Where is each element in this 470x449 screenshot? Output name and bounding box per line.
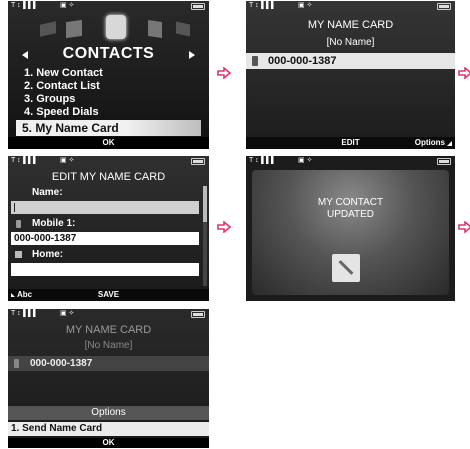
menu-item-new-contact[interactable]: 1. New Contact <box>16 67 201 80</box>
page-title: MY NAME CARD <box>65 324 152 336</box>
battery-icon <box>191 158 205 165</box>
mobile-phone-icon <box>16 220 21 228</box>
status-icons: ▣ ✧ <box>60 157 75 164</box>
status-bar: T ↕▐▐▐ ▣ ✧ <box>8 156 209 166</box>
status-icons: ▣ ✧ <box>298 157 313 164</box>
screen-contact-updated: T ↕▐▐▐ ▣ ✧ MY CONTACT UPDATED <box>246 156 455 301</box>
number-row: 000-000-1387 <box>8 356 209 371</box>
message-line-1: MY CONTACT <box>317 197 384 208</box>
menu-icon-carousel <box>18 13 199 43</box>
status-icons: ▣ ✧ <box>298 2 313 9</box>
menu-item-groups[interactable]: 3. Groups <box>16 93 201 106</box>
options-corner-icon <box>447 141 452 146</box>
screen-edit-name-card: T ↕▐▐▐ ▣ ✧ EDIT MY NAME CARD Name: Mobil… <box>8 156 209 301</box>
mobile-phone-icon <box>14 359 19 368</box>
name-subtitle: [No Name] <box>326 37 375 48</box>
next-step-arrow-icon <box>458 221 470 233</box>
mobile-phone-icon <box>252 56 258 66</box>
media-icon[interactable] <box>40 21 56 37</box>
menu-item-my-name-card[interactable]: 5. My Name Card <box>16 120 201 136</box>
name-label: Name: <box>32 187 63 198</box>
home-label: Home: <box>32 249 64 260</box>
next-step-arrow-icon <box>217 67 231 79</box>
page-title: MY NAME CARD <box>307 19 394 31</box>
softkey-ok[interactable]: OK <box>8 137 209 149</box>
tools-icon[interactable] <box>176 21 190 37</box>
next-step-arrow-icon <box>217 221 231 233</box>
number-row[interactable]: 000-000-1387 <box>246 53 455 69</box>
status-icons: ▣ ✧ <box>60 2 75 9</box>
softkey-bar: OK <box>8 438 209 448</box>
signal-icon: T ↕▐▐▐ <box>11 310 36 317</box>
contacts-menu-list: 1. New Contact 2. Contact List 3. Groups… <box>16 67 201 136</box>
battery-icon <box>191 3 205 10</box>
battery-icon <box>437 3 451 10</box>
softkey-options[interactable]: Options <box>415 137 445 149</box>
status-icons: ▣ ✧ <box>60 310 75 317</box>
signal-icon: T ↕▐▐▐ <box>249 157 274 164</box>
phone-icon[interactable] <box>148 20 162 38</box>
battery-icon <box>437 158 451 165</box>
pictures-icon[interactable] <box>66 19 82 39</box>
page-title: CONTACTS <box>62 45 155 62</box>
name-field[interactable] <box>11 201 199 214</box>
options-header: Options <box>8 406 209 420</box>
screen-my-name-card: T ↕▐▐▐ ▣ ✧ MY NAME CARD [No Name] 000-00… <box>246 1 455 149</box>
phone-number: 000-000-1387 <box>30 358 93 369</box>
contacts-icon[interactable] <box>106 15 126 39</box>
message-line-2: UPDATED <box>326 209 375 220</box>
scrollbar-thumb[interactable] <box>203 186 207 222</box>
notification-popup: MY CONTACT UPDATED <box>252 170 449 295</box>
signal-icon: T ↕▐▐▐ <box>11 2 36 9</box>
battery-icon <box>191 311 205 318</box>
mobile-field[interactable]: 000-000-1387 <box>11 232 199 245</box>
home-field[interactable] <box>11 263 199 276</box>
phone-number: 000-000-1387 <box>268 55 337 67</box>
screen-name-card-options: T ↕▐▐▐ ▣ ✧ MY NAME CARD [No Name] 000-00… <box>8 309 209 448</box>
status-bar: T ↕▐▐▐ ▣ ✧ <box>8 309 209 319</box>
name-subtitle: [No Name] <box>84 340 133 351</box>
softkey-bar: OK <box>8 137 209 149</box>
mobile-label: Mobile 1: <box>32 218 76 229</box>
page-title: EDIT MY NAME CARD <box>51 171 166 183</box>
menu-item-contact-list[interactable]: 2. Contact List <box>16 80 201 93</box>
screen-contacts-menu: T ↕▐▐▐ ▣ ✧ CONTACTS 1. New Contact 2. Co… <box>8 1 209 149</box>
status-bar: T ↕▐▐▐ ▣ ✧ <box>246 1 455 11</box>
edit-pencil-icon <box>332 254 360 282</box>
text-cursor <box>14 203 15 212</box>
status-bar: T ↕▐▐▐ ▣ ✧ <box>8 1 209 11</box>
option-send-name-card[interactable]: 1. Send Name Card <box>8 422 209 436</box>
home-icon <box>15 251 22 258</box>
scrollbar[interactable] <box>203 186 207 286</box>
softkey-save[interactable]: SAVE <box>8 289 209 301</box>
menu-item-speed-dials[interactable]: 4. Speed Dials <box>16 106 201 119</box>
signal-icon: T ↕▐▐▐ <box>11 157 36 164</box>
softkey-bar: EDIT Options <box>246 137 455 149</box>
next-step-arrow-icon <box>458 67 470 79</box>
softkey-bar: Abc SAVE <box>8 289 209 301</box>
status-bar: T ↕▐▐▐ ▣ ✧ <box>246 156 455 166</box>
softkey-ok[interactable]: OK <box>8 438 209 448</box>
signal-icon: T ↕▐▐▐ <box>249 2 274 9</box>
